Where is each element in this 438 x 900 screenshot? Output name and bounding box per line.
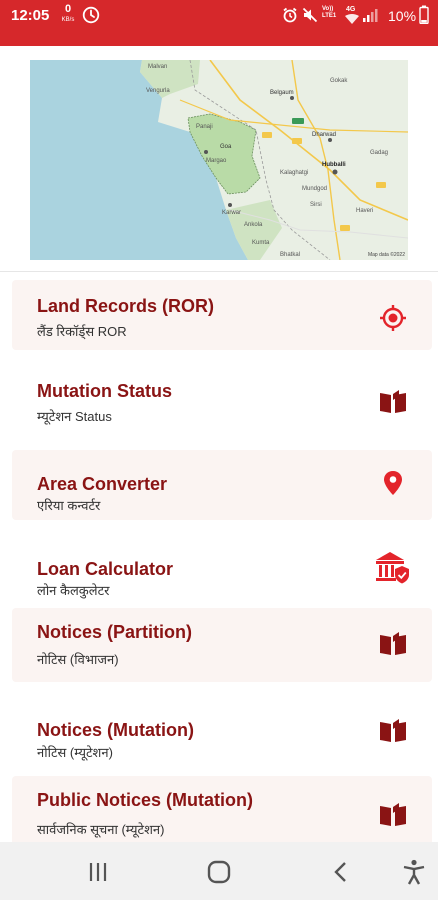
map-label: Hubballi [322,162,346,168]
item-title: Area Converter [37,474,168,494]
map-label: Ankola [244,222,263,228]
map-label: Panaji [196,124,213,130]
map-view[interactable]: Malvan Vengurla Belgaum Gokak Dharwad Hu… [30,60,408,260]
alarm-icon [283,7,297,23]
location-pin-icon [384,471,402,495]
home-icon[interactable] [205,858,233,886]
menu-item-loan-calculator[interactable]: Loan Calculator लोन कैलकुलेटर [12,535,432,605]
map-label: Mundgod [302,186,328,192]
open-book-icon [380,390,406,413]
signal-icon [363,9,378,22]
open-book-icon [380,803,406,826]
target-icon [380,305,406,331]
open-book-icon [380,719,406,742]
map-card: Malvan Vengurla Belgaum Gokak Dharwad Hu… [0,46,438,272]
map-label: Gokak [330,78,348,84]
battery-percent: 10% [388,8,417,24]
item-title: Notices (Partition) [37,622,193,642]
map-label: Dharwad [312,132,337,138]
item-title: Loan Calculator [37,559,174,579]
wifi-icon [345,14,359,24]
menu-item-land-records[interactable]: Land Records (ROR) लैंड रिकॉर्ड्स ROR [12,280,432,350]
volte-indicator: Vo)) LTE1 [322,6,336,20]
item-subtitle: एरिया कन्वर्टर [37,498,101,513]
menu-item-notices-mutation[interactable]: Notices (Mutation) नोटिस (म्यूटेशन) [12,698,432,768]
menu-item-notices-partition[interactable]: Notices (Partition) नोटिस (विभाजन) [12,608,432,682]
menu-item-area-converter[interactable]: Area Converter एरिया कन्वर्टर [12,450,432,520]
bank-shield-icon [376,552,409,584]
map-label: Vengurla [146,88,170,94]
network-speed: 0 KB/s [59,3,77,25]
map-label: Margao [206,158,227,164]
lte-label: LTE1 [322,13,337,19]
map-label: Haveri [356,208,374,214]
status-bar: 12:05 0 KB/s Vo)) LTE1 4G 10% [0,0,438,46]
item-title: Land Records (ROR) [37,296,215,316]
open-book-icon [380,632,406,655]
map-label: Karwar [222,210,242,216]
volte-label: Vo)) [322,6,334,12]
menu-item-mutation-status[interactable]: Mutation Status म्यूटेशन Status [12,365,432,435]
map-label: Malvan [148,64,168,70]
map-label: Gadag [370,150,389,156]
battery-icon [419,5,429,24]
recent-apps-icon[interactable] [84,858,112,886]
accessibility-icon[interactable] [400,858,428,886]
menu-list: Land Records (ROR) लैंड रिकॉर्ड्स ROR Mu… [0,272,438,842]
system-nav-bar [0,842,438,900]
item-subtitle: सार्वजनिक सूचना (म्यूटेशन) [37,822,165,837]
network-speed-unit: KB/s [61,17,75,23]
item-subtitle: म्यूटेशन Status [37,409,112,424]
item-title: Notices (Mutation) [37,720,194,740]
mute-icon [302,7,318,23]
item-title: Public Notices (Mutation) [37,790,253,810]
item-subtitle: लोन कैलकुलेटर [37,583,110,598]
item-subtitle: लैंड रिकॉर्ड्स ROR [37,324,127,339]
clock-icon [82,6,100,24]
map-label: Kumta [252,240,270,246]
item-title: Mutation Status [37,381,172,401]
map-label: Sirsi [310,202,322,208]
map-copyright: Map data ©2022 [367,252,405,258]
item-subtitle: नोटिस (म्यूटेशन) [37,745,113,760]
map-label: Belgaum [270,90,294,96]
network-speed-value: 0 [64,3,72,15]
menu-item-public-notices[interactable]: Public Notices (Mutation) सार्वजनिक सूचन… [12,776,432,842]
map-label: Kalaghatgi [280,170,309,176]
network-type: 4G [346,6,356,13]
status-time: 12:05 [11,7,50,24]
map-label: Goa [220,144,232,150]
back-icon[interactable] [327,858,355,886]
map-label: Bhatkal [280,252,301,258]
item-subtitle: नोटिस (विभाजन) [37,652,119,667]
